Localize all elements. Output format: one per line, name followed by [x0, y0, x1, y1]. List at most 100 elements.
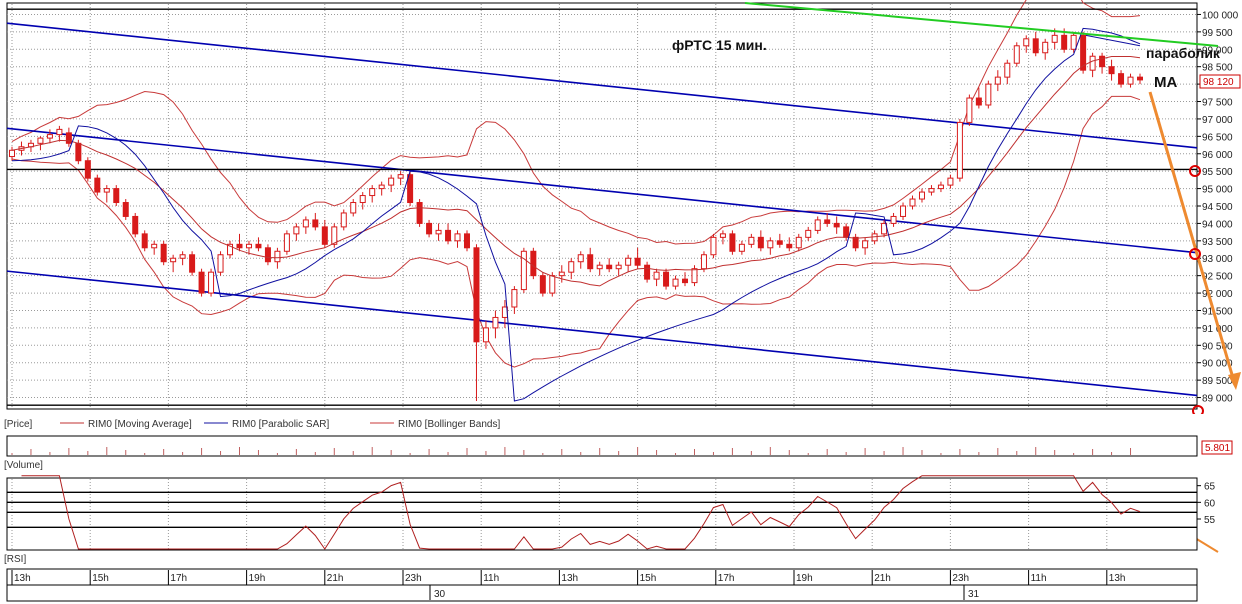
time-label: 21h: [874, 573, 891, 584]
candle-body: [179, 254, 186, 259]
candle-body: [56, 128, 63, 136]
candle-body: [644, 264, 651, 280]
candle-body: [388, 177, 395, 186]
candle-body: [918, 191, 925, 200]
candle-body: [985, 83, 992, 106]
candle-body: [549, 275, 556, 294]
candle-body: [378, 184, 385, 190]
candle-body: [890, 215, 897, 224]
rsi-title: [RSI]: [4, 554, 26, 565]
candle-body: [445, 229, 452, 242]
rsi-axis: 65 60 55: [1197, 482, 1216, 526]
volume-value: 5.801: [1205, 443, 1230, 454]
candle-body: [331, 226, 338, 245]
candle-body: [1137, 76, 1143, 81]
time-label: 13h: [14, 573, 31, 584]
candle-body: [208, 271, 215, 294]
candle-body: [596, 264, 603, 270]
candle-body: [691, 268, 698, 284]
candle-body: [710, 236, 717, 256]
candle-body: [625, 257, 632, 266]
candle-body: [46, 134, 53, 139]
candle-body: [492, 316, 499, 329]
price-tick-label: 99 500: [1202, 28, 1233, 39]
candle-body: [37, 137, 44, 144]
candle-body: [151, 243, 158, 249]
candle-body: [568, 261, 575, 273]
candle-body: [340, 212, 347, 228]
candle-body: [805, 229, 812, 238]
candle-body: [587, 254, 594, 270]
price-tick-label: 93 000: [1202, 254, 1233, 265]
candle-body: [454, 233, 461, 242]
candle-body: [264, 247, 271, 263]
last-price-label: 98 120: [1203, 77, 1234, 88]
rsi-tick-label: 65: [1204, 482, 1216, 493]
candle-body: [900, 205, 907, 217]
candle-body: [132, 215, 139, 235]
candle-body: [606, 264, 613, 270]
price-tick-label: 94 500: [1202, 202, 1233, 213]
candle-body: [122, 202, 129, 217]
price-legend: [Price]: [4, 419, 33, 430]
time-label: 19h: [796, 573, 813, 584]
price-tick-label: 89 500: [1202, 376, 1233, 387]
rsi-tick-label: 55: [1204, 515, 1216, 526]
candle-body: [160, 243, 167, 263]
candle-body: [786, 243, 793, 249]
volume-panel: [6, 435, 1198, 457]
candle-body: [321, 226, 328, 245]
candle-body: [511, 289, 518, 308]
candle-body: [682, 278, 689, 284]
date-label: 30: [434, 589, 446, 600]
price-tick-label: 100 000: [1202, 10, 1239, 21]
candle-body: [1023, 38, 1030, 47]
candle-body: [719, 233, 726, 238]
candle-body: [1051, 34, 1058, 43]
candle-body: [767, 240, 774, 249]
candle-body: [520, 250, 527, 291]
sar-legend: RIM0 [Parabolic SAR]: [232, 419, 329, 430]
volume-title: [Volume]: [4, 460, 43, 471]
price-tick-label: 92 500: [1202, 272, 1233, 283]
time-label: 11h: [1031, 573, 1047, 584]
candle-body: [937, 184, 944, 190]
bb-legend: RIM0 [Bollinger Bands]: [398, 419, 500, 430]
candle-body: [274, 250, 281, 263]
candle-body: [94, 177, 101, 193]
time-label: 15h: [92, 573, 109, 584]
candle-body: [729, 233, 736, 252]
price-axis: 100 00099 50099 00098 50098 00097 50097 …: [1197, 10, 1239, 405]
candle-body: [909, 198, 916, 207]
price-tick-label: 97 000: [1202, 115, 1233, 126]
chart-canvas: 100 00099 50099 00098 50098 00097 50097 …: [0, 0, 1242, 602]
candle-body: [862, 240, 869, 249]
candle-body: [84, 160, 91, 179]
price-tick-label: 95 500: [1202, 167, 1233, 178]
price-tick-label: 96 500: [1202, 132, 1233, 143]
candle-body: [416, 202, 423, 224]
rsi-tick-label: 60: [1204, 498, 1216, 509]
candle-body: [994, 76, 1001, 85]
candle-body: [283, 233, 290, 252]
candle-body: [975, 97, 982, 106]
price-tick-label: 98 500: [1202, 63, 1233, 74]
chart-title: фРТС 15 мин.: [672, 37, 767, 53]
candle-body: [463, 233, 470, 249]
candle-body: [75, 142, 82, 162]
candle-body: [482, 327, 489, 343]
price-tick-label: 95 000: [1202, 185, 1233, 196]
candle-body: [634, 257, 641, 266]
candle-body: [473, 247, 480, 343]
candle-body: [947, 177, 954, 186]
candle-body: [738, 243, 745, 252]
candle-body: [312, 219, 319, 228]
time-label: 23h: [405, 573, 422, 584]
candle-body: [1013, 45, 1020, 64]
candle-body: [700, 254, 707, 270]
candle-body: [198, 271, 205, 294]
price-tick-label: 97 500: [1202, 98, 1233, 109]
candle-body: [577, 254, 584, 263]
candle-body: [217, 254, 224, 273]
candle-body: [615, 264, 622, 270]
